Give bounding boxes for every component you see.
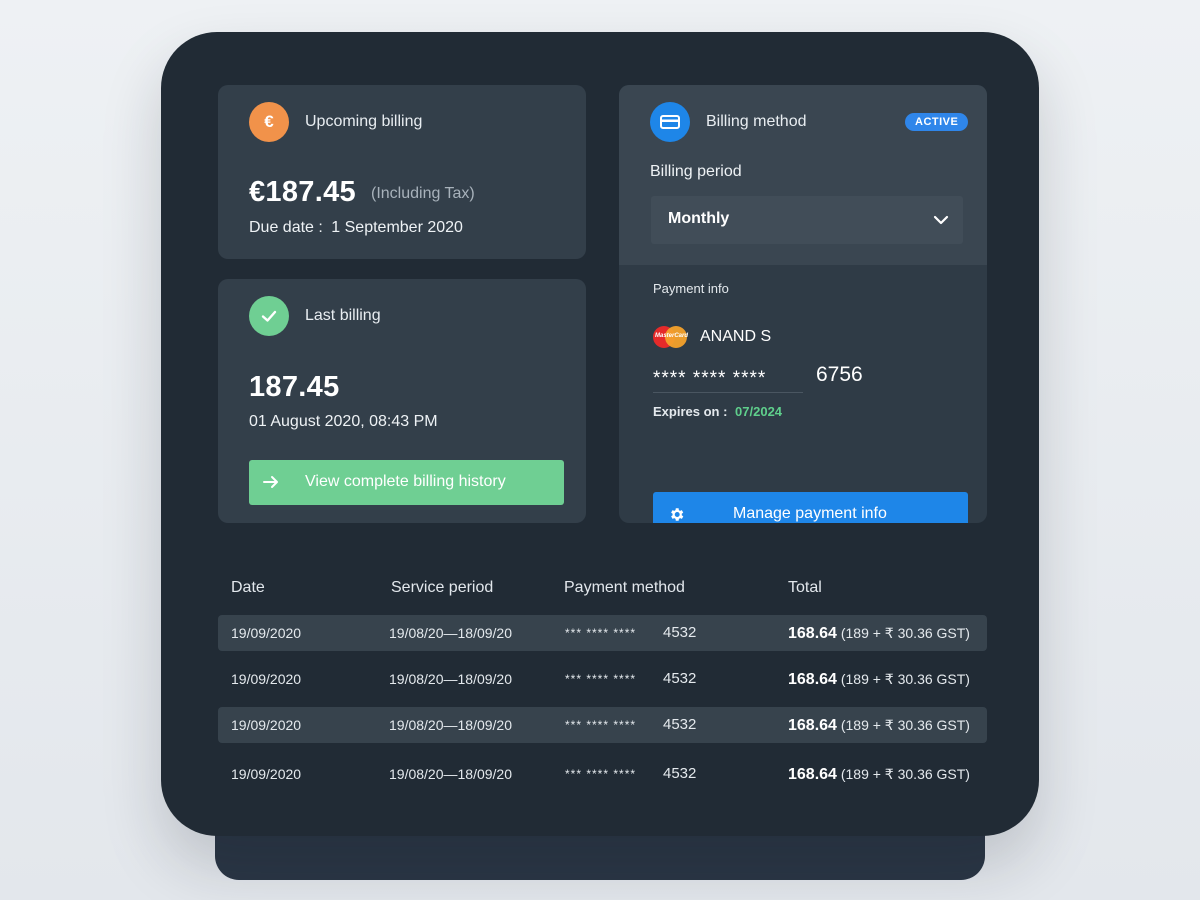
euro-icon: € — [249, 102, 289, 142]
row-total-breakdown: (189 + ₹ 30.36 GST) — [840, 766, 970, 782]
billing-method-title: Billing method — [706, 113, 807, 130]
tax-note: (Including Tax) — [371, 185, 475, 202]
row-service-period: 19/08/20—18/09/20 — [389, 625, 512, 641]
row-total: 168.64 (189 + ₹ 30.36 GST) — [788, 707, 970, 743]
row-date: 19/09/2020 — [231, 717, 302, 733]
row-card-mask: *** **** **** — [565, 767, 637, 781]
row-card-mask: *** **** **** — [565, 626, 637, 640]
row-date: 19/09/2020 — [231, 625, 302, 641]
card-divider — [653, 392, 803, 393]
manage-payment-info-label: Manage payment info — [733, 505, 887, 522]
due-date-line: Due date : 1 September 2020 — [249, 219, 463, 237]
view-billing-history-button[interactable]: View complete billing history — [249, 460, 564, 505]
table-row[interactable]: 19/09/2020 19/08/20—18/09/20 *** **** **… — [218, 756, 987, 792]
header-payment-method: Payment method — [564, 579, 685, 596]
view-billing-history-label: View complete billing history — [305, 473, 506, 490]
active-badge: ACTIVE — [905, 113, 969, 131]
upcoming-billing-title: Upcoming billing — [305, 113, 423, 130]
expires-label: Expires on : — [653, 404, 728, 419]
expires-value: 07/2024 — [735, 404, 783, 419]
mastercard-text: MasterCard — [655, 333, 689, 339]
row-total-amount: 168.64 — [788, 717, 837, 734]
row-total-breakdown: (189 + ₹ 30.36 GST) — [840, 717, 970, 733]
row-date: 19/09/2020 — [231, 671, 302, 687]
checkmark-icon — [249, 296, 289, 336]
payment-info-label: Payment info — [653, 281, 729, 296]
header-date: Date — [231, 579, 265, 596]
header-service-period: Service period — [391, 579, 494, 596]
row-total-amount: 168.64 — [788, 671, 837, 688]
row-card-last4: 4532 — [663, 624, 697, 641]
gear-icon — [671, 508, 684, 521]
chevron-down-icon — [933, 215, 949, 225]
mastercard-logo-icon: MasterCard — [653, 326, 689, 348]
row-total-breakdown: (189 + ₹ 30.36 GST) — [840, 671, 970, 687]
manage-payment-info-button[interactable]: Manage payment info — [653, 492, 968, 523]
arrow-right-icon — [263, 476, 278, 488]
due-date-label: Due date : — [249, 219, 323, 236]
expiry-line: Expires on : 07/2024 — [653, 404, 782, 419]
table-row[interactable]: 19/09/2020 19/08/20—18/09/20 *** **** **… — [218, 615, 987, 651]
card-last4: 6756 — [816, 363, 863, 386]
upcoming-amount: €187.45 — [249, 176, 356, 208]
row-service-period: 19/08/20—18/09/20 — [389, 671, 512, 687]
upcoming-billing-panel: € Upcoming billing €187.45 (Including Ta… — [218, 85, 586, 259]
card-holder-name: ANAND S — [700, 328, 772, 345]
header-total: Total — [788, 579, 822, 596]
billing-dashboard: € Upcoming billing €187.45 (Including Ta… — [161, 32, 1039, 836]
billing-period-value: Monthly — [668, 210, 730, 227]
row-total: 168.64 (189 + ₹ 30.36 GST) — [788, 615, 970, 651]
row-card-last4: 4532 — [663, 716, 697, 733]
card-number-mask: **** **** **** — [653, 368, 767, 389]
credit-card-icon — [650, 102, 690, 142]
row-card-last4: 4532 — [663, 765, 697, 782]
billing-period-label: Billing period — [650, 163, 742, 180]
row-date: 19/09/2020 — [231, 766, 302, 782]
row-total: 168.64 (189 + ₹ 30.36 GST) — [788, 661, 970, 697]
row-card-mask: *** **** **** — [565, 672, 637, 686]
row-card-last4: 4532 — [663, 670, 697, 687]
table-row[interactable]: 19/09/2020 19/08/20—18/09/20 *** **** **… — [218, 707, 987, 743]
row-service-period: 19/08/20—18/09/20 — [389, 717, 512, 733]
row-total-breakdown: (189 + ₹ 30.36 GST) — [840, 625, 970, 641]
row-total: 168.64 (189 + ₹ 30.36 GST) — [788, 756, 970, 792]
due-date-value: 1 September 2020 — [331, 219, 463, 236]
row-service-period: 19/08/20—18/09/20 — [389, 766, 512, 782]
row-card-mask: *** **** **** — [565, 718, 637, 732]
billing-method-panel: Billing method ACTIVE Billing period Mon… — [619, 85, 987, 523]
table-row[interactable]: 19/09/2020 19/08/20—18/09/20 *** **** **… — [218, 661, 987, 697]
last-billing-panel: Last billing 187.45 01 August 2020, 08:4… — [218, 279, 586, 523]
billing-period-select[interactable]: Monthly — [651, 196, 963, 244]
row-total-amount: 168.64 — [788, 766, 837, 783]
row-total-amount: 168.64 — [788, 625, 837, 642]
last-amount: 187.45 — [249, 371, 340, 403]
euro-glyph: € — [264, 112, 274, 131]
last-billing-datetime: 01 August 2020, 08:43 PM — [249, 413, 438, 430]
last-billing-title: Last billing — [305, 307, 381, 324]
